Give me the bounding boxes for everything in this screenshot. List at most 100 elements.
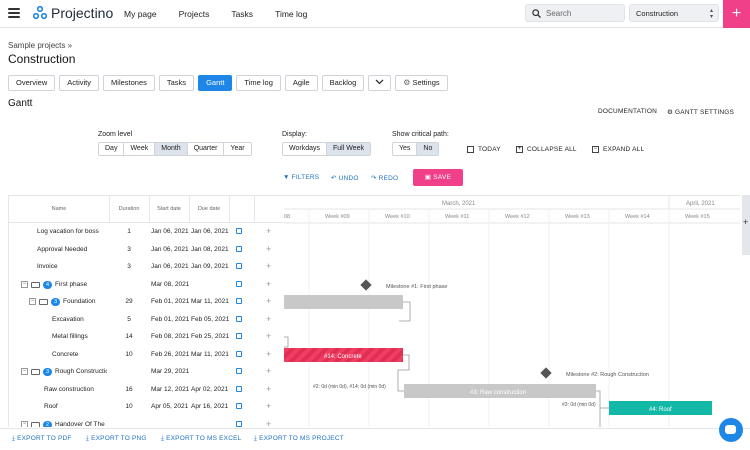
table-row[interactable]: Metal fillings 14 Feb 08, 2021 Feb 25, 2021… bbox=[9, 328, 284, 346]
table-row[interactable]: Log vacation for boss 1 Jan 06, 2021 Jan 06… bbox=[9, 223, 284, 241]
folder-icon bbox=[31, 281, 40, 288]
collapse-toggle-icon[interactable]: − bbox=[21, 280, 28, 288]
column-header-due-date[interactable]: Due date bbox=[189, 206, 229, 212]
project-select[interactable]: Construction ▴ ▾ bbox=[629, 4, 719, 22]
open-task-icon[interactable] bbox=[236, 315, 242, 322]
hamburger-menu-icon[interactable] bbox=[8, 8, 20, 18]
add-subtask-icon[interactable]: + bbox=[266, 331, 271, 341]
table-row[interactable]: − 3 Foundation 29 Feb 01, 2021 Mar 11, 2021 + bbox=[9, 293, 284, 311]
tab-agile[interactable]: Agile bbox=[284, 75, 318, 91]
zoom-day[interactable]: Day bbox=[99, 143, 125, 155]
add-subtask-icon[interactable]: + bbox=[266, 296, 271, 306]
collapse-all-button[interactable]: + COLLAPSE ALL bbox=[516, 146, 577, 153]
export-png-button[interactable]: ⤓ EXPORT TO PNG bbox=[86, 435, 147, 443]
zoom-quarter[interactable]: Quarter bbox=[187, 143, 225, 155]
filters-button[interactable]: ▼ FILTERS bbox=[283, 174, 319, 181]
add-subtask-icon[interactable]: + bbox=[266, 384, 271, 394]
open-task-icon[interactable] bbox=[236, 350, 242, 357]
main-nav: My page Projects Tasks Time log bbox=[124, 9, 329, 19]
zoom-month[interactable]: Month bbox=[155, 143, 188, 155]
export-excel-button[interactable]: ⤓ EXPORT TO MS EXCEL bbox=[161, 435, 241, 443]
tab-more-dropdown[interactable] bbox=[368, 75, 392, 91]
chat-support-button[interactable] bbox=[719, 418, 743, 442]
table-row[interactable]: − 3 Rough Constructio Mar 29, 2021 + bbox=[9, 363, 284, 381]
add-subtask-icon[interactable]: + bbox=[266, 244, 271, 254]
open-task-icon[interactable] bbox=[236, 280, 242, 287]
critical-path-no[interactable]: No bbox=[417, 143, 439, 155]
collapse-toggle-icon[interactable]: − bbox=[21, 368, 28, 375]
tab-settings[interactable]: ⚙ Settings bbox=[395, 75, 448, 91]
critical-path-yes[interactable]: Yes bbox=[393, 143, 418, 155]
table-row[interactable]: Raw construction 16 Mar 12, 2021 Apr 02, 20… bbox=[9, 381, 284, 399]
table-row[interactable]: Invoice 3 Jan 06, 2021 Jan 09, 2021 + bbox=[9, 258, 284, 276]
export-ms-project-button[interactable]: ⤓ EXPORT TO MS PROJECT bbox=[254, 435, 344, 443]
tab-milestones[interactable]: Milestones bbox=[103, 75, 155, 91]
app-name: Projectino bbox=[51, 5, 114, 21]
save-button[interactable]: ▣ SAVE bbox=[413, 169, 463, 186]
zoom-week[interactable]: Week bbox=[124, 143, 156, 155]
collapse-toggle-icon[interactable]: − bbox=[29, 298, 36, 305]
undo-button[interactable]: ↶ UNDO bbox=[331, 174, 359, 182]
collapse-toggle-icon[interactable]: − bbox=[21, 420, 28, 427]
open-task-icon[interactable] bbox=[236, 420, 242, 427]
tab-gantt[interactable]: Gantt bbox=[198, 75, 233, 91]
add-subtask-icon[interactable]: + bbox=[266, 226, 271, 236]
open-task-icon[interactable] bbox=[236, 403, 242, 409]
open-task-icon[interactable] bbox=[236, 368, 242, 374]
open-task-icon[interactable] bbox=[236, 333, 242, 339]
add-new-button[interactable]: + bbox=[723, 0, 750, 28]
documentation-link[interactable]: DOCUMENTATION bbox=[598, 108, 657, 115]
nav-my-page[interactable]: My page bbox=[124, 9, 157, 19]
nav-projects[interactable]: Projects bbox=[179, 9, 210, 19]
table-row[interactable]: Roof 10 Apr 05, 2021 Apr 16, 2021 + bbox=[9, 398, 284, 416]
table-row[interactable]: − 2 Handover Of The B + bbox=[9, 416, 284, 428]
redo-button[interactable]: ↷ REDO bbox=[371, 174, 398, 182]
table-row[interactable]: Approval Needed 3 Jan 06, 2021 Jan 08, 2021… bbox=[9, 241, 284, 259]
add-subtask-icon[interactable]: + bbox=[266, 366, 271, 376]
column-header-start-date[interactable]: Start date bbox=[149, 206, 189, 212]
open-task-icon[interactable] bbox=[236, 298, 242, 304]
export-pdf-button[interactable]: ⤓ EXPORT TO PDF bbox=[12, 435, 72, 443]
tab-time-log[interactable]: Time log bbox=[236, 75, 281, 91]
panel-resize-handle[interactable]: + bbox=[742, 195, 750, 255]
gantt-settings-link[interactable]: ⚙ GANTT SETTINGS bbox=[667, 108, 734, 116]
add-subtask-icon[interactable]: + bbox=[266, 261, 271, 271]
display-workdays[interactable]: Workdays bbox=[283, 143, 327, 155]
gear-icon: ⚙ bbox=[403, 78, 411, 87]
table-row[interactable]: Concrete 10 Feb 26, 2021 Mar 11, 2021 + bbox=[9, 346, 284, 364]
app-logo[interactable]: Projectino bbox=[33, 5, 113, 21]
open-task-icon[interactable] bbox=[236, 385, 242, 392]
tab-tasks[interactable]: Tasks bbox=[158, 75, 195, 91]
milestone-diamond[interactable] bbox=[540, 367, 552, 379]
open-task-icon[interactable] bbox=[236, 245, 242, 252]
add-subtask-icon[interactable]: + bbox=[266, 314, 271, 324]
task-bar-foundation[interactable] bbox=[284, 295, 403, 309]
search-input[interactable]: Search bbox=[525, 4, 625, 22]
column-header-name[interactable]: Name bbox=[9, 206, 109, 212]
open-task-icon[interactable] bbox=[236, 228, 242, 234]
redo-icon: ↷ bbox=[371, 175, 377, 182]
add-subtask-icon[interactable]: + bbox=[266, 349, 271, 359]
nav-tasks[interactable]: Tasks bbox=[231, 9, 253, 19]
expand-all-button[interactable]: − EXPAND ALL bbox=[592, 146, 644, 153]
zoom-year[interactable]: Year bbox=[224, 143, 251, 155]
breadcrumb[interactable]: Sample projects » bbox=[8, 41, 72, 50]
nav-time-log[interactable]: Time log bbox=[275, 9, 307, 19]
milestone-diamond[interactable] bbox=[360, 279, 372, 291]
today-button[interactable]: TODAY bbox=[467, 146, 501, 153]
add-subtask-icon[interactable]: + bbox=[266, 419, 271, 428]
child-count-badge: 3 bbox=[43, 368, 53, 376]
table-row[interactable]: Excavation 5 Feb 01, 2021 Feb 05, 2021 + bbox=[9, 311, 284, 329]
tab-overview[interactable]: Overview bbox=[8, 75, 56, 91]
add-subtask-icon[interactable]: + bbox=[266, 401, 271, 411]
table-row[interactable]: − 4 First phase Mar 08, 2021 + bbox=[9, 276, 284, 294]
column-header-duration[interactable]: Duration bbox=[109, 206, 149, 212]
open-task-icon[interactable] bbox=[236, 263, 242, 269]
display-full-week[interactable]: Full Week bbox=[327, 143, 370, 155]
week-label: Week #12 bbox=[505, 214, 530, 220]
tab-backlog[interactable]: Backlog bbox=[321, 75, 365, 91]
add-subtask-icon[interactable]: + bbox=[266, 279, 271, 289]
tab-activity[interactable]: Activity bbox=[59, 75, 100, 91]
task-bar-label: #4: Roof bbox=[649, 407, 672, 413]
gantt-settings-label: GANTT SETTINGS bbox=[675, 109, 735, 116]
